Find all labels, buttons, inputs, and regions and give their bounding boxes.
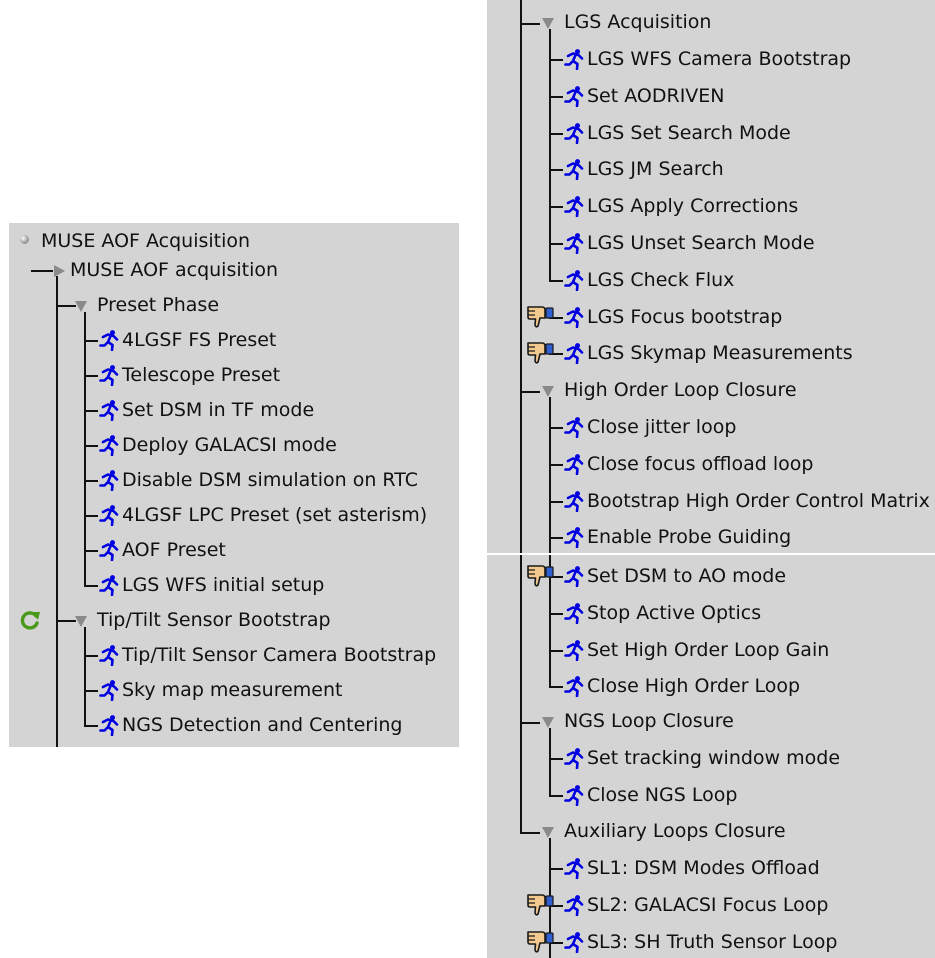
- thumbs-down-hand-icon: [527, 342, 554, 364]
- action-label: LGS Unset Search Mode: [587, 232, 815, 254]
- action-label: LGS Skymap Measurements: [587, 342, 853, 365]
- running-man-icon: [99, 680, 119, 701]
- running-man-icon: [564, 894, 584, 916]
- action-label: LGS Check Flux: [587, 268, 735, 291]
- action-label: Close focus offload loop: [587, 452, 814, 475]
- running-man-icon: [99, 575, 119, 596]
- triangle-down-icon[interactable]: [75, 616, 87, 627]
- action-label: SL3: SH Truth Sensor Loop: [587, 930, 838, 953]
- action-label: Sky map measurement: [122, 679, 343, 701]
- action-label: LGS WFS Camera Bootstrap: [587, 48, 852, 70]
- refresh-icon: [20, 611, 40, 630]
- left-tree-panel: MUSE AOF Acquisition MUSE AOF acquisitio…: [9, 223, 459, 747]
- action-label: Enable Probe Guiding: [587, 526, 792, 549]
- action-label: Stop Active Optics: [587, 601, 762, 624]
- running-man-icon: [564, 49, 584, 70]
- running-man-icon: [564, 159, 584, 181]
- running-man-icon: [99, 540, 119, 561]
- running-man-icon: [564, 490, 584, 512]
- action-label: LGS Set Search Mode: [587, 121, 791, 144]
- action-label: Set AODRIVEN: [587, 84, 725, 107]
- running-man-icon: [564, 269, 584, 291]
- action-label: Close NGS Loop: [587, 783, 738, 806]
- action-label: AOF Preset: [122, 539, 226, 561]
- action-label: Set DSM in TF mode: [122, 399, 315, 421]
- running-man-icon: [564, 306, 584, 328]
- triangle-down-icon[interactable]: [542, 386, 554, 397]
- running-man-icon: [99, 470, 119, 491]
- thumbs-down-hand-icon: [527, 930, 554, 953]
- running-man-icon: [564, 858, 584, 879]
- action-label: NGS Detection and Centering: [122, 714, 403, 736]
- action-label: 4LGSF FS Preset: [122, 329, 277, 351]
- action-label: LGS Focus bootstrap: [587, 305, 783, 328]
- triangle-down-icon[interactable]: [542, 827, 554, 838]
- action-label: LGS Apply Corrections: [587, 195, 799, 218]
- action-label: 4LGSF LPC Preset (set asterism): [122, 504, 428, 526]
- running-man-icon: [564, 233, 584, 254]
- right-tree-lower: NGS Loop Closure Auxiliary Loops Closure…: [487, 555, 935, 958]
- running-man-icon: [564, 676, 584, 698]
- right-tree-upper: LGS Acquisition High Order Loop Closure …: [487, 0, 935, 553]
- thumbs-down-hand-icon: [527, 305, 554, 328]
- action-label: Disable DSM simulation on RTC: [122, 469, 419, 491]
- action-label: Close High Order Loop: [587, 675, 801, 698]
- right-tree-panel: LGS Acquisition High Order Loop Closure …: [487, 0, 935, 958]
- running-man-icon: [564, 602, 584, 624]
- running-man-icon: [564, 196, 584, 218]
- running-man-icon: [564, 639, 584, 661]
- radio-dot-icon: [20, 235, 29, 244]
- action-label: LGS JM Search: [587, 158, 724, 181]
- action-label: SL2: GALACSI Focus Loop: [587, 893, 829, 916]
- action-label: Set tracking window mode: [587, 747, 841, 769]
- action-label: Close jitter loop: [587, 416, 737, 438]
- thumbs-down-hand-icon: [527, 893, 554, 916]
- action-label: SL1: DSM Modes Offload: [587, 857, 820, 879]
- triangle-down-icon[interactable]: [542, 717, 554, 728]
- running-man-icon: [99, 365, 119, 386]
- running-man-icon: [564, 931, 584, 953]
- running-man-icon: [564, 453, 584, 475]
- thumbs-down-hand-icon: [527, 565, 554, 587]
- running-man-icon: [99, 400, 119, 421]
- running-man-icon: [99, 715, 119, 736]
- action-label: LGS WFS initial setup: [122, 574, 325, 596]
- action-label: Tip/Tilt Sensor Camera Bootstrap: [122, 644, 437, 666]
- running-man-icon: [99, 505, 119, 526]
- running-man-icon: [564, 122, 584, 144]
- running-man-icon: [564, 784, 584, 806]
- triangle-down-icon[interactable]: [542, 18, 554, 29]
- action-label: Set DSM to AO mode: [587, 565, 787, 587]
- running-man-icon: [99, 645, 119, 666]
- running-man-icon: [564, 417, 584, 438]
- running-man-icon: [564, 748, 584, 769]
- action-label: Set High Order Loop Gain: [587, 638, 830, 661]
- running-man-icon: [564, 527, 584, 549]
- action-label: Bootstrap High Order Control Matrix: [587, 489, 930, 512]
- action-label: Telescope Preset: [122, 364, 281, 386]
- action-label: Deploy GALACSI mode: [122, 434, 337, 456]
- running-man-icon: [564, 566, 584, 587]
- running-man-icon: [564, 343, 584, 365]
- running-man-icon: [564, 85, 584, 107]
- triangle-down-icon[interactable]: [75, 301, 87, 312]
- running-man-icon: [99, 330, 119, 351]
- running-man-icon: [99, 435, 119, 456]
